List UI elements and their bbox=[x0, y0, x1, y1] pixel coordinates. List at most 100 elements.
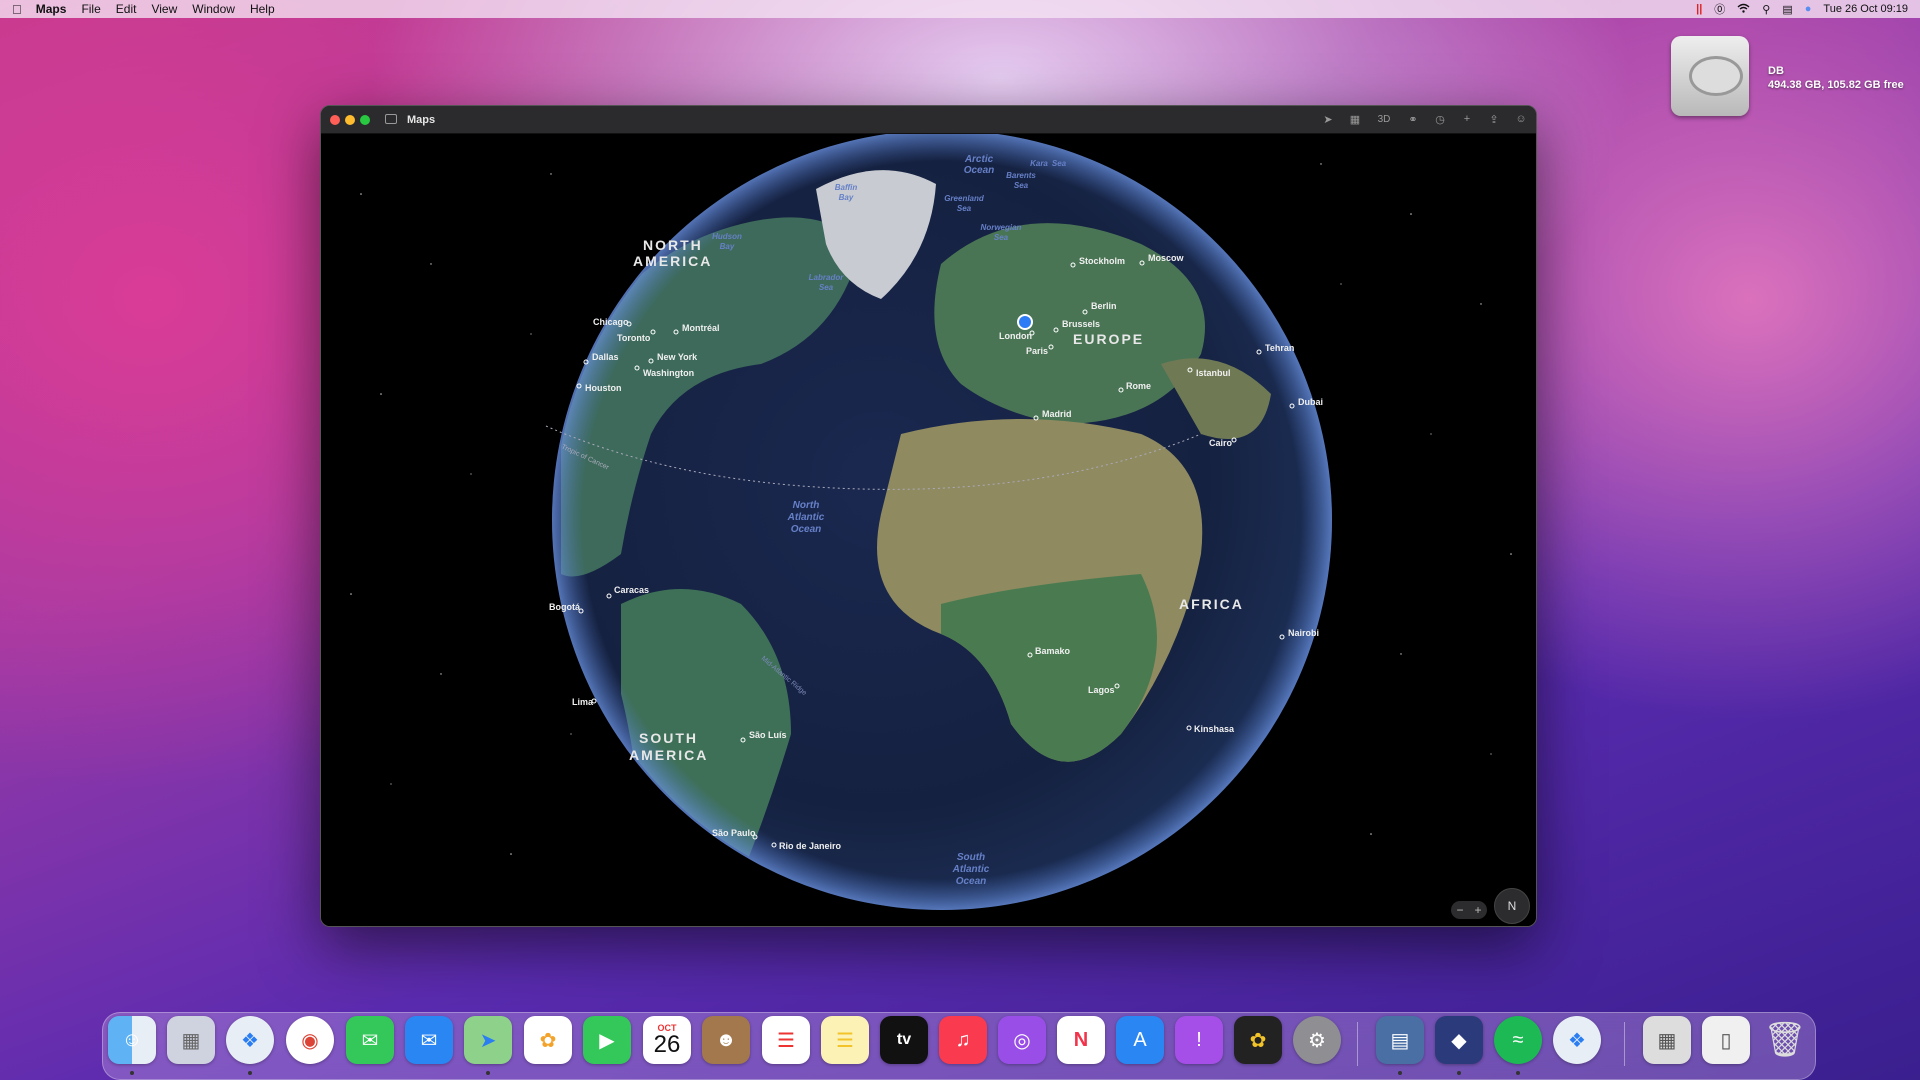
password-icon[interactable]: ⓪ bbox=[1714, 1, 1725, 17]
music-icon[interactable]: ♫ bbox=[939, 1016, 987, 1064]
globe-map[interactable]: Tropic of Cancer Mid-Atlantic Ridge NORT… bbox=[321, 134, 1537, 927]
parallels-desktop-icon[interactable]: ▤ bbox=[1376, 1016, 1424, 1064]
city-rome[interactable]: Rome bbox=[1126, 381, 1151, 391]
region-samerica-label: AMERICA bbox=[629, 747, 708, 763]
city-bogota[interactable]: Bogotá bbox=[549, 602, 581, 612]
sidebar-toggle-icon[interactable] bbox=[385, 114, 397, 124]
city-saopaulo[interactable]: São Paulo bbox=[712, 828, 756, 838]
3d-button[interactable]: 3D bbox=[1375, 112, 1393, 126]
safari-technology-icon[interactable]: ❖ bbox=[1553, 1016, 1601, 1064]
apple-menu-icon[interactable]:  bbox=[12, 2, 22, 17]
zoom-button[interactable] bbox=[360, 115, 370, 125]
maps-icon[interactable]: ➤ bbox=[464, 1016, 512, 1064]
city-nairobi[interactable]: Nairobi bbox=[1288, 628, 1319, 638]
menu-window[interactable]: Window bbox=[192, 2, 235, 16]
launchpad-icon[interactable]: ▦ bbox=[167, 1016, 215, 1064]
city-rio[interactable]: Rio de Janeiro bbox=[779, 841, 842, 851]
siri-icon[interactable]: ● bbox=[1805, 3, 1812, 15]
city-dallas[interactable]: Dallas bbox=[592, 352, 619, 362]
city-berlin[interactable]: Berlin bbox=[1091, 301, 1117, 311]
city-chicago[interactable]: Chicago bbox=[593, 317, 629, 327]
zoom-in-button[interactable]: + bbox=[1474, 903, 1481, 917]
mail-icon[interactable]: ✉ bbox=[405, 1016, 453, 1064]
spotify-icon[interactable]: ≈ bbox=[1494, 1016, 1542, 1064]
photos-icon[interactable]: ✿ bbox=[524, 1016, 572, 1064]
city-newyork[interactable]: New York bbox=[657, 352, 698, 362]
menu-help[interactable]: Help bbox=[250, 2, 275, 16]
ipa-file-icon[interactable]: ▯ bbox=[1702, 1016, 1750, 1064]
system-preferences-icon[interactable]: ⚙ bbox=[1293, 1016, 1341, 1064]
city-saoluis[interactable]: São Luís bbox=[749, 730, 787, 740]
trash-icon[interactable]: 🗑 bbox=[1761, 1016, 1809, 1064]
finder-icon[interactable]: ☺ bbox=[108, 1016, 156, 1064]
messages-icon[interactable]: ✉ bbox=[346, 1016, 394, 1064]
city-brussels[interactable]: Brussels bbox=[1062, 319, 1100, 329]
city-kinshasa[interactable]: Kinshasa bbox=[1194, 724, 1235, 734]
disk-name: DB bbox=[1768, 65, 1784, 77]
appletv-icon[interactable]: tv bbox=[880, 1016, 928, 1064]
notes-icon[interactable]: ☰ bbox=[821, 1016, 869, 1064]
look-around-icon[interactable]: ⚭ bbox=[1406, 112, 1420, 126]
account-icon[interactable]: ☺ bbox=[1514, 112, 1528, 126]
menu-edit[interactable]: Edit bbox=[116, 2, 137, 16]
city-tehran[interactable]: Tehran bbox=[1265, 343, 1294, 353]
city-madrid[interactable]: Madrid bbox=[1042, 409, 1072, 419]
spotlight-icon[interactable]: ⚲ bbox=[1762, 3, 1770, 16]
chrome-icon[interactable]: ◉ bbox=[286, 1016, 334, 1064]
zoom-control[interactable]: − + bbox=[1451, 901, 1487, 919]
city-stockholm[interactable]: Stockholm bbox=[1079, 256, 1125, 266]
feedback-icon[interactable]: ! bbox=[1175, 1016, 1223, 1064]
city-london[interactable]: London bbox=[999, 331, 1032, 341]
parallels-icon[interactable]: || bbox=[1696, 3, 1702, 15]
city-paris[interactable]: Paris bbox=[1026, 346, 1048, 356]
news-icon[interactable]: N bbox=[1057, 1016, 1105, 1064]
location-arrow-icon[interactable]: ➤ bbox=[1321, 112, 1335, 126]
city-bamako[interactable]: Bamako bbox=[1035, 646, 1071, 656]
disk-icon[interactable] bbox=[1665, 30, 1755, 122]
disk-label[interactable]: DB 494.38 GB, 105.82 GB free bbox=[1768, 64, 1904, 92]
city-montreal[interactable]: Montréal bbox=[682, 323, 720, 333]
calendar-icon[interactable]: OCT 26 bbox=[643, 1016, 691, 1064]
compass-icon[interactable]: N bbox=[1494, 888, 1530, 924]
city-moscow[interactable]: Moscow bbox=[1148, 253, 1185, 263]
city-dubai[interactable]: Dubai bbox=[1298, 397, 1323, 407]
menu-bar:  Maps File Edit View Window Help || ⓪ ⚲… bbox=[0, 0, 1920, 18]
region-north-label: NORTH bbox=[643, 237, 703, 253]
map-view[interactable]: Tropic of Cancer Mid-Atlantic Ridge NORT… bbox=[321, 134, 1537, 927]
city-washington[interactable]: Washington bbox=[643, 368, 694, 378]
preview-icon[interactable]: ▦ bbox=[1643, 1016, 1691, 1064]
current-location-icon[interactable] bbox=[1019, 316, 1031, 328]
minimize-button[interactable] bbox=[345, 115, 355, 125]
menu-file[interactable]: File bbox=[81, 2, 100, 16]
city-lima[interactable]: Lima bbox=[572, 697, 594, 707]
reminders-icon[interactable]: ☰ bbox=[762, 1016, 810, 1064]
add-icon[interactable]: + bbox=[1460, 112, 1474, 126]
city-istanbul[interactable]: Istanbul bbox=[1196, 368, 1231, 378]
contacts-icon[interactable]: ☻ bbox=[702, 1016, 750, 1064]
ocean-label-norwegian-sea: Sea bbox=[994, 233, 1009, 242]
city-caracas[interactable]: Caracas bbox=[614, 585, 649, 595]
zoom-out-button[interactable]: − bbox=[1456, 903, 1463, 917]
city-toronto[interactable]: Toronto bbox=[617, 333, 651, 343]
menu-app-name[interactable]: Maps bbox=[36, 2, 67, 16]
control-center-icon[interactable]: ▤ bbox=[1782, 3, 1792, 16]
safari-icon[interactable]: ❖ bbox=[226, 1016, 274, 1064]
ocean-label-s-ocean: Ocean bbox=[956, 876, 987, 887]
traffic-icon[interactable]: ◷ bbox=[1433, 112, 1447, 126]
tes-icon[interactable]: ✿ bbox=[1234, 1016, 1282, 1064]
wifi-icon[interactable] bbox=[1737, 3, 1750, 16]
map-mode-icon[interactable]: ▦ bbox=[1348, 112, 1362, 126]
ocean-label-arctic-ocean: Ocean bbox=[964, 165, 995, 176]
facetime-icon[interactable]: ▶ bbox=[583, 1016, 631, 1064]
appstore-icon[interactable]: A bbox=[1116, 1016, 1164, 1064]
shortcuts-icon[interactable]: ◆ bbox=[1435, 1016, 1483, 1064]
close-button[interactable] bbox=[330, 115, 340, 125]
city-lagos[interactable]: Lagos bbox=[1088, 685, 1115, 695]
window-titlebar[interactable]: Maps ➤ ▦ 3D ⚭ ◷ + ⇪ ☺ bbox=[321, 106, 1536, 134]
city-houston[interactable]: Houston bbox=[585, 383, 622, 393]
share-icon[interactable]: ⇪ bbox=[1487, 112, 1501, 126]
menu-view[interactable]: View bbox=[151, 2, 177, 16]
podcasts-icon[interactable]: ◎ bbox=[998, 1016, 1046, 1064]
city-cairo[interactable]: Cairo bbox=[1209, 438, 1233, 448]
menu-clock[interactable]: Tue 26 Oct 09:19 bbox=[1823, 3, 1908, 15]
